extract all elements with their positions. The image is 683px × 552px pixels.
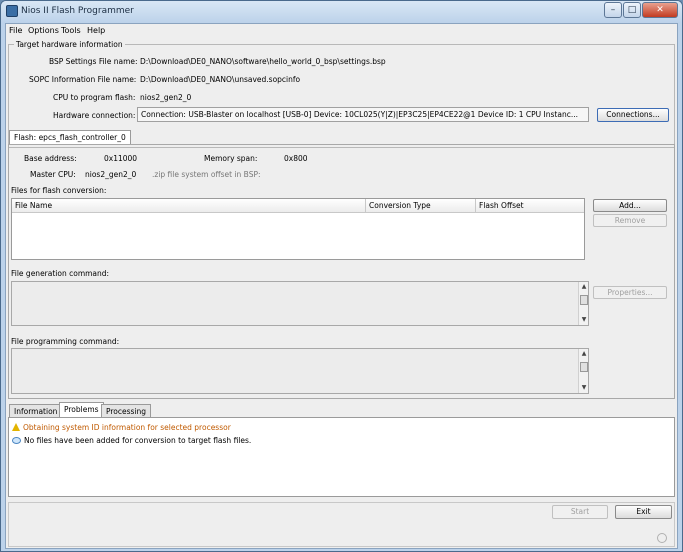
tab-flash[interactable]: Flash: epcs_flash_controller_0 [9,130,131,144]
tab-processing[interactable]: Processing [101,404,152,418]
main-window: Nios II Flash Programmer – □ ✕ File Opti… [0,0,683,552]
scroll-up-icon[interactable]: ▲ [580,350,588,358]
column-flash-offset[interactable]: Flash Offset [476,199,584,213]
master-cpu-label: Master CPU: [30,170,76,179]
cpu-label: CPU to program flash: [53,93,136,102]
base-address-label: Base address: [24,154,77,163]
column-conversion-type[interactable]: Conversion Type [366,199,476,213]
remove-button[interactable]: Remove [593,214,667,227]
hw-connection-label: Hardware connection: [53,111,136,120]
properties-button[interactable]: Properties... [593,286,667,299]
exit-button[interactable]: Exit [615,505,672,519]
generation-scrollbar[interactable]: ▲ ▼ [578,282,588,325]
file-generation-command-area[interactable]: ▲ ▼ [11,281,589,326]
tab-information[interactable]: Information [9,404,63,418]
memory-span-label: Memory span: [204,154,258,163]
scroll-down-icon[interactable]: ▼ [580,384,588,392]
add-button[interactable]: Add... [593,199,667,212]
memory-span-value: 0x800 [284,154,308,163]
warning-text: Obtaining system ID information for sele… [23,423,231,432]
cpu-value: nios2_gen2_0 [140,93,192,102]
busy-indicator-icon [657,533,667,543]
warning-icon [12,423,20,431]
target-group-title: Target hardware information [14,40,125,49]
bsp-value: D:\Download\DE0_NANO\software\hello_worl… [140,57,386,66]
maximize-button[interactable]: □ [623,2,641,18]
bsp-label: BSP Settings File name: [49,57,138,66]
start-button[interactable]: Start [552,505,608,519]
file-programming-command-area[interactable]: ▲ ▼ [11,348,589,394]
menu-options[interactable]: Options [28,26,59,35]
title-bar[interactable]: Nios II Flash Programmer – □ ✕ [1,1,682,23]
files-for-conversion-label: Files for flash conversion: [11,186,107,195]
close-button[interactable]: ✕ [642,2,678,18]
file-generation-label: File generation command: [11,269,110,278]
tab-problems[interactable]: Problems [59,402,104,418]
window-title: Nios II Flash Programmer [21,6,134,16]
files-table[interactable]: File Name Conversion Type Flash Offset [11,198,585,260]
message-info: No files have been added for conversion … [12,436,251,445]
programming-scrollbar[interactable]: ▲ ▼ [578,349,588,393]
sopc-label: SOPC Information File name: [29,75,137,84]
master-cpu-value: nios2_gen2_0 [85,170,137,179]
scroll-thumb[interactable] [580,362,588,372]
client-area: File Options Tools Help Target hardware … [5,23,678,549]
hw-connection-field[interactable]: Connection: USB-Blaster on localhost [US… [137,107,589,122]
zip-offset-note: .zip file system offset in BSP: [152,170,261,179]
app-icon [6,5,18,17]
messages-panel: Obtaining system ID information for sele… [8,417,675,497]
menu-bar: File Options Tools Help [6,24,677,38]
menu-file[interactable]: File [9,26,22,35]
scroll-thumb[interactable] [580,295,588,305]
menu-tools[interactable]: Tools [61,26,81,35]
scroll-up-icon[interactable]: ▲ [580,283,588,291]
info-bubble-icon [12,437,21,444]
file-programming-label: File programming command: [11,337,120,346]
sopc-value: D:\Download\DE0_NANO\unsaved.sopcinfo [140,75,301,84]
menu-help[interactable]: Help [87,26,105,35]
base-address-value: 0x11000 [104,154,138,163]
info-text: No files have been added for conversion … [24,436,252,445]
column-file-name[interactable]: File Name [12,199,366,213]
message-warning: Obtaining system ID information for sele… [12,423,231,432]
scroll-down-icon[interactable]: ▼ [580,316,588,324]
minimize-button[interactable]: – [604,2,622,18]
connections-button[interactable]: Connections... [597,108,669,122]
